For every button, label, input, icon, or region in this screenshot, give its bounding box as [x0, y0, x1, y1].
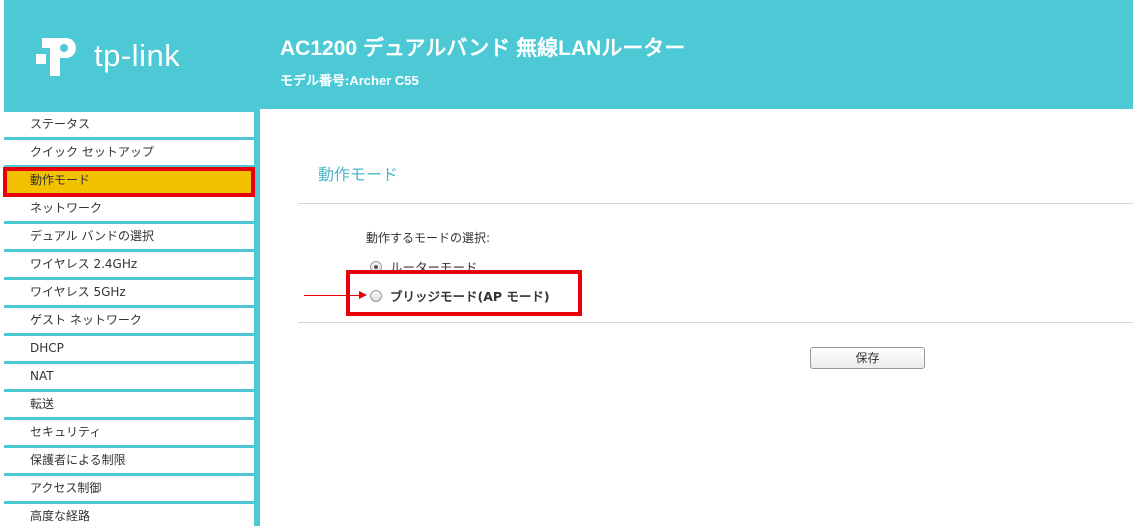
bridge-mode-label: ブリッジモード(AP モード)	[390, 289, 550, 304]
product-title: AC1200 デュアルバンド 無線LANルーター	[280, 37, 686, 60]
model-number: モデル番号:Archer C55	[280, 73, 419, 88]
sidebar-item-status[interactable]: ステータス	[4, 112, 254, 140]
tp-link-logo-icon	[36, 38, 76, 76]
sidebar-menu: ステータス クイック セットアップ 動作モード ネットワーク デュアル バンドの…	[3, 112, 255, 526]
logo-text: tp-link	[94, 38, 181, 73]
annotation-arrow	[304, 295, 362, 296]
sidebar: ステータス クイック セットアップ 動作モード ネットワーク デュアル バンドの…	[3, 109, 260, 526]
sidebar-item-forwarding[interactable]: 転送	[4, 392, 254, 420]
sidebar-item-operation-mode[interactable]: 動作モード	[3, 167, 255, 197]
sidebar-item-dual-band-selection[interactable]: デュアル バンドの選択	[4, 224, 254, 252]
sidebar-item-nat[interactable]: NAT	[4, 364, 254, 392]
sidebar-item-wireless-2-4ghz[interactable]: ワイヤレス 2.4GHz	[4, 252, 254, 280]
sidebar-item-parental-controls[interactable]: 保護者による制限	[4, 448, 254, 476]
sidebar-item-wireless-5ghz[interactable]: ワイヤレス 5GHz	[4, 280, 254, 308]
main-content: 動作モード 動作するモードの選択: ルーターモード ブリッジモード(AP モード…	[260, 109, 1133, 526]
sidebar-item-network[interactable]: ネットワーク	[4, 196, 254, 224]
sidebar-item-security[interactable]: セキュリティ	[4, 420, 254, 448]
sidebar-item-dhcp[interactable]: DHCP	[4, 336, 254, 364]
sidebar-item-access-control[interactable]: アクセス制御	[4, 476, 254, 504]
bridge-mode-option[interactable]: ブリッジモード(AP モード)	[370, 286, 550, 305]
save-button[interactable]: 保存	[810, 347, 925, 369]
divider	[298, 203, 1133, 204]
divider	[298, 322, 1133, 323]
header-bar: tp-link AC1200 デュアルバンド 無線LANルーター モデル番号:A…	[4, 0, 1133, 109]
annotation-arrow-head-icon	[359, 291, 367, 299]
sidebar-item-quick-setup[interactable]: クイック セットアップ	[4, 140, 254, 168]
page-title: 動作モード	[318, 165, 399, 184]
mode-select-label: 動作するモードの選択:	[366, 231, 491, 245]
sidebar-item-advanced-routing[interactable]: 高度な経路	[4, 504, 254, 526]
sidebar-item-guest-network[interactable]: ゲスト ネットワーク	[4, 308, 254, 336]
bridge-mode-radio[interactable]	[370, 289, 382, 302]
tp-link-logo[interactable]: tp-link	[32, 34, 192, 84]
